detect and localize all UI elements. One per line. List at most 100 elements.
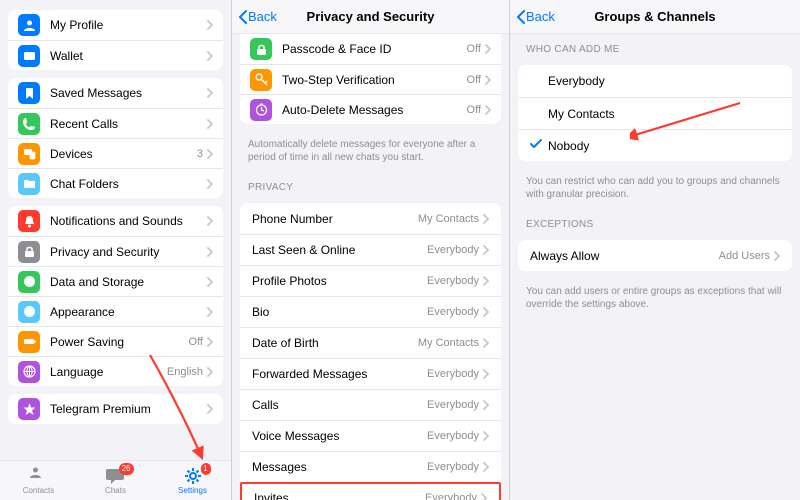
chevron-right-icon	[207, 337, 213, 347]
person-icon	[29, 466, 49, 486]
row-label: Invites	[254, 491, 425, 500]
settings-row-devices[interactable]: Devices3	[8, 138, 223, 168]
tab-chats[interactable]: 26Chats	[77, 461, 154, 500]
row-label: Language	[50, 365, 167, 379]
who-footer: You can restrict who can add you to grou…	[510, 171, 800, 209]
chevron-right-icon	[485, 44, 491, 54]
row-value: Everybody	[427, 461, 479, 473]
tab-contacts[interactable]: Contacts	[0, 461, 77, 500]
option-label: My Contacts	[548, 107, 615, 121]
settings-row-notifications-and-sounds[interactable]: Notifications and Sounds	[8, 206, 223, 236]
row-value: My Contacts	[418, 213, 479, 225]
chevron-right-icon	[483, 400, 489, 410]
settings-row-privacy-and-security[interactable]: Privacy and Security	[8, 236, 223, 266]
row-label: Devices	[50, 147, 197, 161]
back-label: Back	[526, 9, 555, 24]
settings-row-language[interactable]: LanguageEnglish	[8, 356, 223, 386]
security-footer: Automatically delete messages for everyo…	[232, 134, 509, 172]
settings-row-appearance[interactable]: Appearance	[8, 296, 223, 326]
row-label: Data and Storage	[50, 275, 207, 289]
row-label: Voice Messages	[252, 429, 427, 443]
privacy-row-profile-photos[interactable]: Profile PhotosEverybody	[240, 265, 501, 296]
privacy-row-phone-number[interactable]: Phone NumberMy Contacts	[240, 203, 501, 234]
chevron-right-icon	[483, 462, 489, 472]
folder-icon	[18, 173, 40, 195]
chevron-right-icon	[207, 149, 213, 159]
row-value: Off	[467, 104, 481, 116]
groups-channels-panel: Back Groups & Channels WHO CAN ADD ME Ev…	[510, 0, 800, 500]
chevron-right-icon	[207, 216, 213, 226]
row-value: Everybody	[427, 368, 479, 380]
option-my-contacts[interactable]: My Contacts	[518, 97, 792, 129]
chevron-right-icon	[483, 276, 489, 286]
settings-row-saved-messages[interactable]: Saved Messages	[8, 78, 223, 108]
option-everybody[interactable]: Everybody	[518, 65, 792, 97]
tab-settings[interactable]: 1Settings	[154, 461, 231, 500]
privacy-row-messages[interactable]: MessagesEverybody	[240, 451, 501, 482]
privacy-row-bio[interactable]: BioEverybody	[240, 296, 501, 327]
row-label: Auto-Delete Messages	[282, 103, 467, 117]
row-label: Telegram Premium	[50, 402, 207, 416]
back-button[interactable]: Back	[238, 9, 277, 24]
back-button[interactable]: Back	[516, 9, 555, 24]
row-label: Appearance	[50, 305, 207, 319]
row-value: Everybody	[427, 275, 479, 287]
row-label: Last Seen & Online	[252, 243, 427, 257]
gear-icon: 1	[183, 466, 203, 486]
privacy-row-forwarded-messages[interactable]: Forwarded MessagesEverybody	[240, 358, 501, 389]
option-nobody[interactable]: Nobody	[518, 129, 792, 161]
row-label: Power Saving	[50, 335, 189, 349]
who-header: WHO CAN ADD ME	[510, 34, 800, 59]
person-icon	[18, 14, 40, 36]
lock-icon	[250, 38, 272, 60]
settings-row-recent-calls[interactable]: Recent Calls	[8, 108, 223, 138]
tab-label: Contacts	[23, 486, 55, 495]
tab-bar: Contacts26Chats1Settings	[0, 460, 231, 500]
tab-label: Settings	[178, 486, 207, 495]
settings-row-my-profile[interactable]: My Profile	[8, 10, 223, 40]
globe-icon	[18, 361, 40, 383]
row-label: Profile Photos	[252, 274, 427, 288]
back-label: Back	[248, 9, 277, 24]
settings-row-wallet[interactable]: Wallet	[8, 40, 223, 70]
navbar: Back Groups & Channels	[510, 0, 800, 34]
navbar: Back Privacy and Security	[232, 0, 509, 34]
row-label: Passcode & Face ID	[282, 42, 467, 56]
star-icon	[18, 398, 40, 420]
privacy-row-invites[interactable]: InvitesEverybody	[240, 482, 501, 500]
security-row-auto-delete-messages[interactable]: Auto-Delete MessagesOff	[240, 94, 501, 124]
exceptions-header: EXCEPTIONS	[510, 209, 800, 234]
privacy-row-voice-messages[interactable]: Voice MessagesEverybody	[240, 420, 501, 451]
chevron-right-icon	[207, 88, 213, 98]
exception-row-always-allow[interactable]: Always AllowAdd Users	[518, 240, 792, 271]
chevron-right-icon	[483, 307, 489, 317]
security-row-passcode-face-id[interactable]: Passcode & Face IDOff	[240, 34, 501, 64]
row-value: Everybody	[427, 306, 479, 318]
chevron-left-icon	[238, 10, 248, 24]
timer-icon	[250, 99, 272, 121]
privacy-header: PRIVACY	[232, 172, 509, 197]
chevron-left-icon	[516, 10, 526, 24]
settings-row-telegram-premium[interactable]: Telegram Premium	[8, 394, 223, 424]
privacy-row-last-seen-online[interactable]: Last Seen & OnlineEverybody	[240, 234, 501, 265]
exceptions-footer: You can add users or entire groups as ex…	[510, 281, 800, 319]
row-label: Calls	[252, 398, 427, 412]
settings-row-chat-folders[interactable]: Chat Folders	[8, 168, 223, 198]
tab-label: Chats	[105, 486, 126, 495]
chevron-right-icon	[485, 105, 491, 115]
row-value: Everybody	[427, 430, 479, 442]
security-row-two-step-verification[interactable]: Two-Step VerificationOff	[240, 64, 501, 94]
settings-row-data-and-storage[interactable]: Data and Storage	[8, 266, 223, 296]
privacy-row-calls[interactable]: CallsEverybody	[240, 389, 501, 420]
settings-row-power-saving[interactable]: Power SavingOff	[8, 326, 223, 356]
page-title: Groups & Channels	[594, 9, 715, 24]
row-value: Off	[467, 74, 481, 86]
option-label: Nobody	[548, 139, 589, 153]
wallet-icon	[18, 45, 40, 67]
privacy-row-date-of-birth[interactable]: Date of BirthMy Contacts	[240, 327, 501, 358]
row-value: 3	[197, 148, 203, 160]
chevron-right-icon	[483, 431, 489, 441]
row-label: Saved Messages	[50, 86, 207, 100]
tab-badge: 1	[201, 463, 211, 475]
chevron-right-icon	[207, 277, 213, 287]
